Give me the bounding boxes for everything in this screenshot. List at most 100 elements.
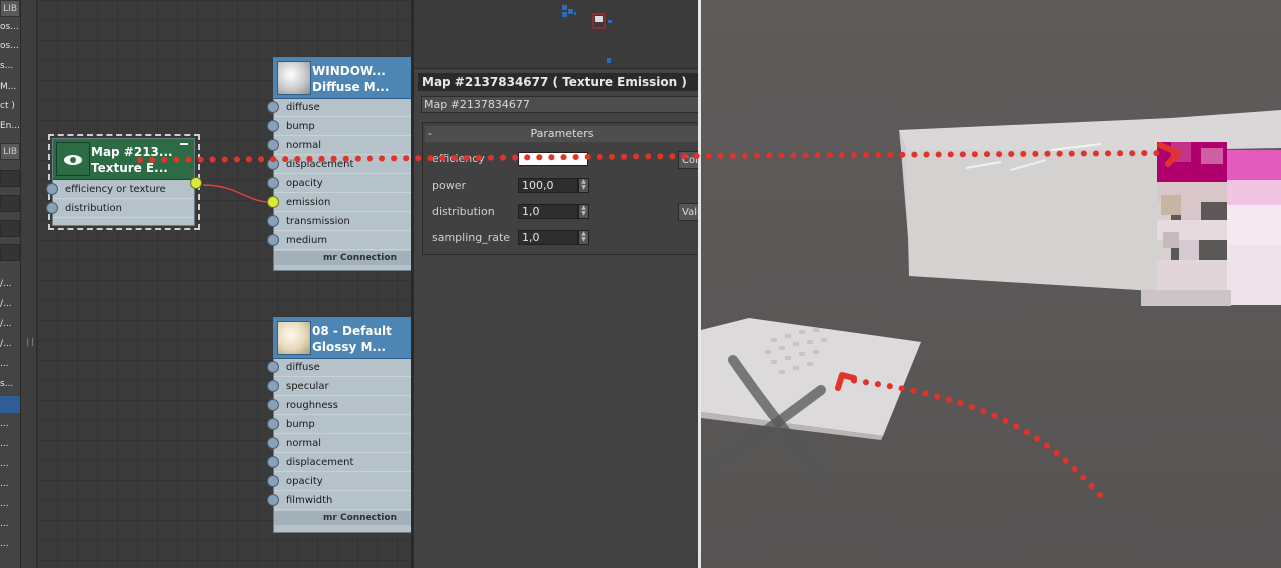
input-socket-icon[interactable] [267,139,279,151]
browser-item[interactable]: os... [0,38,20,55]
slot-label: medium [286,235,328,246]
texture-emission-node[interactable]: Map #213... Texture E... efficiency or t… [46,138,202,226]
browser-item[interactable]: /... [0,296,20,313]
spinner-arrows-icon[interactable]: ▲ ▼ [578,204,589,219]
browser-item[interactable]: /... [0,316,20,333]
input-socket-icon[interactable] [267,437,279,449]
browser-item[interactable]: ct ) [0,98,20,115]
rollout-collapse-toggle[interactable]: - [428,126,432,142]
input-socket-icon[interactable] [267,361,279,373]
browser-item[interactable]: ... [0,536,20,553]
node-header[interactable]: 08 - Default Glossy M... [274,318,413,359]
input-socket-icon[interactable] [267,177,279,189]
slot-transmission[interactable]: transmission [267,212,413,231]
input-socket-icon[interactable] [46,183,58,195]
slot-bump[interactable]: bump [267,117,413,136]
browser-item[interactable] [0,220,20,237]
distribution-input[interactable]: 1,0 [518,204,578,219]
slot-specular[interactable]: specular [267,377,413,396]
slot-label: opacity [286,476,323,487]
slot-displacement[interactable]: displacement [267,155,413,174]
spinner-arrows-icon[interactable]: ▲ ▼ [578,178,589,193]
browser-item[interactable]: M... [0,79,20,96]
output-socket-icon[interactable] [190,177,202,189]
slot-displacement[interactable]: displacement [267,453,413,472]
browser-item[interactable]: ... [0,496,20,513]
browser-item[interactable] [0,244,20,261]
slot-label: bump [286,121,315,132]
input-socket-icon[interactable] [267,380,279,392]
slot-normal[interactable]: normal [267,434,413,453]
mr-connection-rollout[interactable]: mr Connection + [274,251,413,265]
slot-label: opacity [286,178,323,189]
param-label-efficiency: efficiency [432,152,485,165]
browser-item[interactable] [0,170,20,187]
input-socket-icon[interactable] [267,215,279,227]
browser-item[interactable]: s... [0,376,20,393]
3d-viewport[interactable] [701,0,1281,568]
input-socket-icon[interactable] [267,120,279,132]
value-mode-button[interactable]: Valu [678,203,699,221]
slot-diffuse[interactable]: diffuse [267,358,413,377]
spinner-arrows-icon[interactable]: ▲ ▼ [578,230,589,245]
input-socket-icon[interactable] [267,399,279,411]
splitter-grip-icon[interactable] [27,338,33,346]
slot-medium[interactable]: medium [267,231,413,250]
browser-item[interactable] [0,195,20,212]
browser-item[interactable]: En... [0,118,20,135]
efficiency-color-swatch[interactable] [518,152,588,166]
slot-diffuse[interactable]: diffuse [267,98,413,117]
browser-item[interactable] [0,396,20,413]
connected-socket-icon[interactable] [267,196,279,208]
browser-item[interactable]: LIB [0,0,20,17]
browser-item[interactable]: s... [0,58,20,75]
node-title: 08 - Default Glossy M... [312,324,392,354]
color-mode-button[interactable]: Colo [678,151,699,169]
input-socket-icon[interactable] [46,202,58,214]
input-socket-icon[interactable] [267,475,279,487]
input-socket-icon[interactable] [267,158,279,170]
browser-item[interactable]: ... [0,416,20,433]
browser-item[interactable]: ... [0,356,20,373]
browser-item[interactable]: ... [0,516,20,533]
input-socket-icon[interactable] [267,418,279,430]
browser-item[interactable]: LIB [0,143,20,160]
minimize-icon[interactable] [180,143,188,145]
viewport-scene [701,110,1281,485]
browser-item[interactable]: /... [0,336,20,353]
panel-splitter[interactable] [21,0,37,568]
sampling-rate-input[interactable]: 1,0 [518,230,578,245]
default-material-node[interactable]: 08 - Default Glossy M... diffuse specula… [267,317,413,533]
input-socket-icon[interactable] [267,456,279,468]
slot-distribution[interactable]: distribution [46,199,194,218]
slot-label: diffuse [286,362,320,373]
browser-item[interactable]: os... [0,19,20,36]
mr-connection-rollout[interactable]: mr Connection + [274,511,413,525]
slot-opacity[interactable]: opacity [267,472,413,491]
rollout-header[interactable]: Parameters [425,126,699,142]
material-browser-panel: LIB os... os... s... M... ct ) En... LIB /... /..… [0,0,21,568]
slot-label: displacement [286,457,354,468]
window-material-node[interactable]: WINDOW... Diffuse M... diffuse bump norm… [267,57,413,271]
slate-node-view[interactable]: Map #213... Texture E... efficiency or t… [37,0,413,568]
browser-item[interactable]: ... [0,456,20,473]
slot-bump[interactable]: bump [267,415,413,434]
browser-item[interactable]: /... [0,276,20,293]
slot-efficiency-or-texture[interactable]: efficiency or texture [46,180,194,199]
input-socket-icon[interactable] [267,234,279,246]
browser-item[interactable]: ... [0,436,20,453]
slot-roughness[interactable]: roughness [267,396,413,415]
connection-wire[interactable] [202,184,271,203]
slot-filmwidth[interactable]: filmwidth [267,491,413,510]
node-header[interactable]: WINDOW... Diffuse M... [274,58,413,99]
navigator-mini-view[interactable] [414,0,699,69]
power-input[interactable]: 100,0 [518,178,578,193]
input-socket-icon[interactable] [267,494,279,506]
node-header[interactable]: Map #213... Texture E... [53,139,194,180]
browser-item[interactable]: ... [0,476,20,493]
map-name-input[interactable]: Map #2137834677 [421,96,699,113]
slot-emission[interactable]: emission [267,193,413,212]
input-socket-icon[interactable] [267,101,279,113]
slot-normal[interactable]: normal [267,136,413,155]
slot-opacity[interactable]: opacity [267,174,413,193]
